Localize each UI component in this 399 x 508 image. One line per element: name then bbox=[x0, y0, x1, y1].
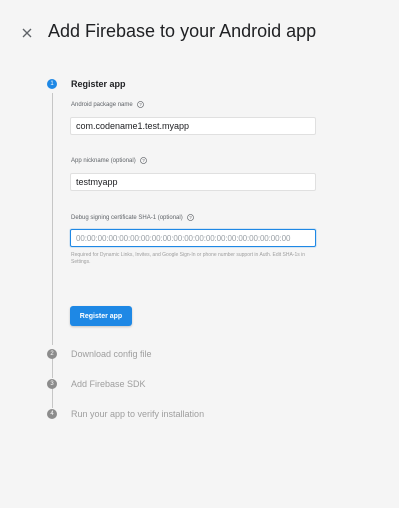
add-firebase-dialog: Add Firebase to your Android app 1 Regis… bbox=[0, 0, 399, 508]
register-app-button[interactable]: Register app bbox=[70, 306, 132, 326]
help-circle-icon[interactable]: ? bbox=[186, 214, 194, 221]
step-connector-line bbox=[52, 358, 53, 378]
sha1-label-text: Debug signing certificate SHA-1 (optiona… bbox=[71, 214, 183, 221]
package-name-label: Android package name ? bbox=[71, 101, 144, 108]
step-3-label: Add Firebase SDK bbox=[71, 379, 146, 389]
step-2-indicator: 2 bbox=[47, 349, 57, 359]
svg-text:?: ? bbox=[189, 215, 192, 220]
dialog-title: Add Firebase to your Android app bbox=[48, 21, 317, 41]
step-4-label: Run your app to verify installation bbox=[71, 409, 205, 419]
help-circle-icon[interactable]: ? bbox=[136, 101, 144, 108]
step-1-label: Register app bbox=[71, 79, 126, 89]
step-3-indicator: 3 bbox=[47, 379, 57, 389]
help-circle-icon[interactable]: ? bbox=[139, 157, 147, 164]
sha1-input[interactable] bbox=[70, 229, 316, 247]
sha1-helper-text: Required for Dynamic Links, Invites, and… bbox=[71, 252, 306, 265]
step-2-label: Download config file bbox=[71, 349, 152, 359]
sha1-label: Debug signing certificate SHA-1 (optiona… bbox=[71, 214, 194, 221]
close-icon[interactable] bbox=[20, 24, 34, 40]
package-name-label-text: Android package name bbox=[71, 101, 133, 108]
svg-text:?: ? bbox=[139, 102, 142, 107]
nickname-label: App nickname (optional) ? bbox=[71, 157, 147, 164]
step-connector-line bbox=[52, 388, 53, 408]
svg-text:?: ? bbox=[142, 158, 145, 163]
step-4-indicator: 4 bbox=[47, 409, 57, 419]
nickname-input[interactable] bbox=[70, 173, 316, 191]
nickname-label-text: App nickname (optional) bbox=[71, 157, 136, 164]
step-1-indicator: 1 bbox=[47, 79, 57, 89]
step-connector-line bbox=[52, 93, 53, 345]
package-name-input[interactable] bbox=[70, 117, 316, 135]
